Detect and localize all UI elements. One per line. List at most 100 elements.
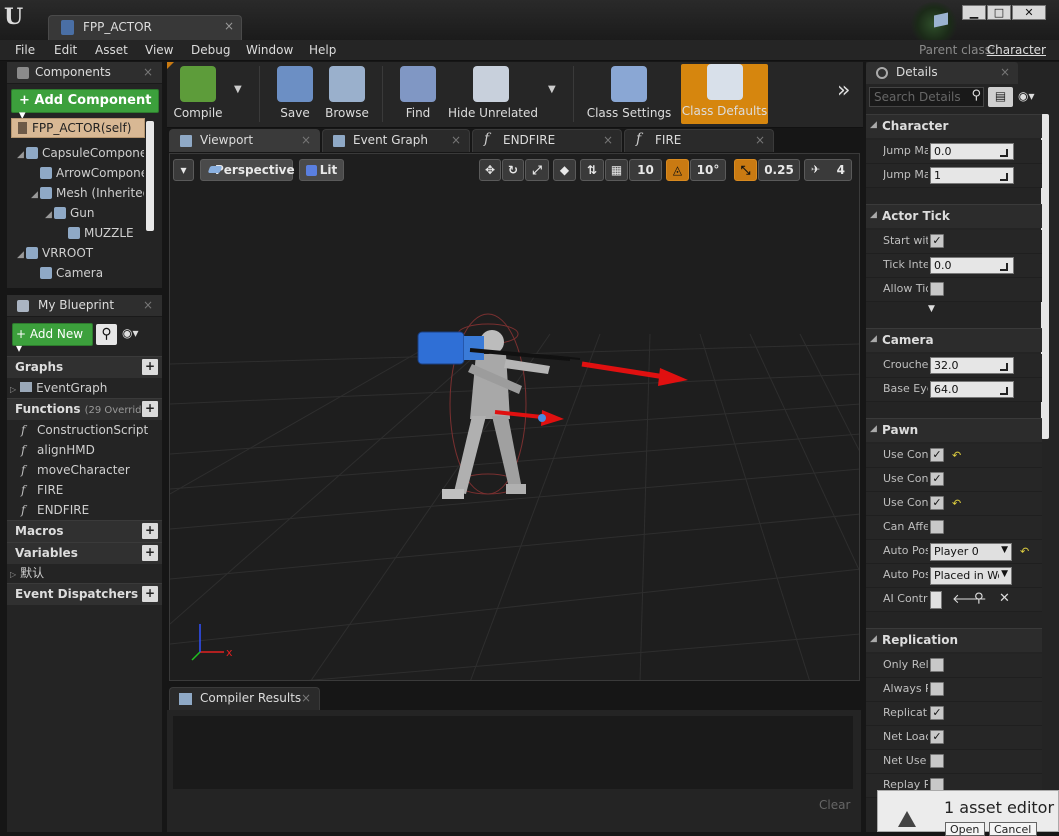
menu-edit[interactable]: Edit bbox=[54, 43, 77, 57]
function-item[interactable]: f ConstructionScript bbox=[7, 420, 162, 440]
details-search-field[interactable]: Search Details ⚲ bbox=[869, 87, 984, 107]
property-number-field[interactable]: 0.0 bbox=[930, 257, 1014, 274]
details-category-character[interactable]: ◢ Character bbox=[866, 114, 1042, 138]
menu-window[interactable]: Window bbox=[246, 43, 293, 57]
search-icon[interactable]: ⚲ bbox=[96, 324, 117, 345]
advanced-expand-icon[interactable]: ▼ bbox=[928, 304, 935, 314]
tab-viewport[interactable]: Viewport × bbox=[169, 129, 320, 152]
function-item[interactable]: f moveCharacter bbox=[7, 460, 162, 480]
rotate-mode-icon[interactable]: ↻ bbox=[502, 159, 524, 181]
property-matrix-icon[interactable]: ▤ bbox=[988, 87, 1013, 107]
details-view-options-icon[interactable]: ◉▾ bbox=[1018, 89, 1035, 103]
property-number-field[interactable]: 32.0 bbox=[930, 357, 1014, 374]
compiler-results-tab[interactable]: Compiler Results × bbox=[169, 687, 320, 710]
property-dropdown[interactable]: Placed in Wo ▼ bbox=[930, 567, 1012, 585]
function-item[interactable]: f ENDFIRE bbox=[7, 500, 162, 520]
my-blueprint-close-icon[interactable]: × bbox=[143, 298, 153, 312]
rotation-snap-value[interactable]: 10° bbox=[690, 159, 726, 181]
component-tree-item[interactable]: ◢ VRROOT bbox=[11, 243, 144, 263]
component-tree-item[interactable]: Camera bbox=[11, 263, 144, 283]
macros-section-add-button[interactable]: + bbox=[142, 523, 158, 539]
menu-asset[interactable]: Asset bbox=[95, 43, 128, 57]
tab-fire[interactable]: f FIRE × bbox=[624, 129, 774, 152]
details-category-camera[interactable]: ◢ Camera bbox=[866, 328, 1042, 352]
toolbar-overflow-icon[interactable]: » bbox=[837, 78, 850, 103]
macros-section[interactable]: Macros + bbox=[7, 520, 162, 542]
property-number-field[interactable]: 0.0 bbox=[930, 143, 1014, 160]
perspective-button[interactable]: Perspective bbox=[200, 159, 295, 181]
graphs-section[interactable]: Graphs + bbox=[7, 356, 162, 378]
clear-x-icon[interactable]: ✕ bbox=[999, 591, 1010, 606]
lit-view-mode-button[interactable]: Lit bbox=[299, 159, 344, 181]
muzzle-arrow[interactable] bbox=[581, 361, 688, 386]
visibility-eye-icon[interactable]: ◉▾ bbox=[122, 326, 139, 340]
component-tree-item[interactable]: ◢ CapsuleCompone bbox=[11, 143, 144, 163]
component-tree-item[interactable]: MUZZLE bbox=[11, 223, 144, 243]
tree-toggle-icon[interactable]: ◢ bbox=[17, 145, 26, 163]
property-checkbox[interactable]: ✓ bbox=[930, 448, 944, 462]
scale-snap-value[interactable]: 0.25 bbox=[758, 159, 800, 181]
category-collapse-icon[interactable]: ◢ bbox=[870, 210, 877, 220]
hide-unrelated-button[interactable]: Hide Unrelated bbox=[448, 66, 538, 124]
property-number-field[interactable]: 64.0 bbox=[930, 381, 1014, 398]
tree-toggle-icon[interactable]: ▷ bbox=[10, 570, 16, 579]
ai-controller-dropdown[interactable] bbox=[930, 591, 942, 609]
property-number-field[interactable]: 1 bbox=[930, 167, 1014, 184]
viewport[interactable]: x bbox=[169, 153, 860, 681]
menu-file[interactable]: File bbox=[15, 43, 35, 57]
category-collapse-icon[interactable]: ◢ bbox=[870, 424, 877, 434]
category-collapse-icon[interactable]: ◢ bbox=[870, 634, 877, 644]
add-component-button[interactable]: + Add Component ▾ bbox=[11, 89, 159, 123]
compiler-results-close-icon[interactable]: × bbox=[301, 691, 311, 705]
close-tab-icon[interactable]: × bbox=[224, 19, 234, 33]
world-local-icon[interactable]: ◆ bbox=[553, 159, 576, 181]
tab-close-icon[interactable]: × bbox=[755, 133, 765, 147]
browse-search-icon[interactable]: ⚲ bbox=[974, 591, 984, 606]
component-tree-item[interactable]: ◢ Mesh (Inherited) bbox=[11, 183, 144, 203]
tree-toggle-icon[interactable]: ◢ bbox=[31, 185, 40, 203]
scale-snap-icon[interactable]: ⤡ bbox=[734, 159, 757, 181]
details-category-replication[interactable]: ◢ Replication bbox=[866, 628, 1042, 652]
event-dispatchers-section-add-button[interactable]: + bbox=[142, 586, 158, 602]
reset-to-default-icon[interactable]: ↶ bbox=[952, 449, 961, 462]
functions-section-add-button[interactable]: + bbox=[142, 401, 158, 417]
clear-button[interactable]: Clear bbox=[819, 798, 850, 812]
translate-mode-icon[interactable]: ✥ bbox=[479, 159, 501, 181]
reset-to-default-icon[interactable]: ↶ bbox=[1020, 545, 1029, 558]
property-checkbox[interactable] bbox=[930, 682, 944, 696]
surface-snap-icon[interactable]: ⇅ bbox=[580, 159, 604, 181]
tree-toggle-icon[interactable]: ◢ bbox=[17, 245, 26, 263]
property-checkbox[interactable]: ✓ bbox=[930, 472, 944, 486]
variable-category[interactable]: ▷ 默认 bbox=[7, 564, 162, 583]
category-collapse-icon[interactable]: ◢ bbox=[870, 120, 877, 130]
details-close-icon[interactable]: × bbox=[1000, 65, 1010, 79]
rotation-snap-icon[interactable]: ◬ bbox=[666, 159, 689, 181]
components-close-icon[interactable]: × bbox=[143, 65, 153, 79]
add-new-button[interactable]: + Add New ▾ bbox=[12, 323, 93, 355]
menu-help[interactable]: Help bbox=[309, 43, 336, 57]
category-collapse-icon[interactable]: ◢ bbox=[870, 334, 877, 344]
property-checkbox[interactable]: ✓ bbox=[930, 496, 944, 510]
property-checkbox[interactable]: ✓ bbox=[930, 730, 944, 744]
graph-item[interactable]: ▷ EventGraph bbox=[7, 378, 162, 398]
variables-section-add-button[interactable]: + bbox=[142, 545, 158, 561]
tab-event-graph[interactable]: Event Graph × bbox=[322, 129, 470, 152]
grid-snap-icon[interactable]: ▦ bbox=[605, 159, 628, 181]
find-button[interactable]: Find bbox=[392, 66, 444, 124]
document-tab[interactable]: FPP_ACTOR × bbox=[48, 15, 242, 40]
class-defaults-button[interactable]: Class Defaults bbox=[681, 64, 768, 124]
tab-endfire[interactable]: f ENDFIRE × bbox=[472, 129, 622, 152]
property-checkbox[interactable]: ✓ bbox=[930, 234, 944, 248]
variables-section[interactable]: Variables + bbox=[7, 542, 162, 564]
property-checkbox[interactable] bbox=[930, 658, 944, 672]
tab-close-icon[interactable]: × bbox=[603, 133, 613, 147]
camera-speed-button[interactable]: ✈ 4 bbox=[804, 159, 852, 181]
component-tree-item[interactable]: ArrowCompone bbox=[11, 163, 144, 183]
property-checkbox[interactable] bbox=[930, 282, 944, 296]
menu-view[interactable]: View bbox=[145, 43, 173, 57]
compile-button[interactable]: Compile bbox=[170, 66, 226, 124]
save-button[interactable]: Save bbox=[272, 66, 318, 124]
tab-close-icon[interactable]: × bbox=[301, 133, 311, 147]
component-tree-item[interactable]: ◢ Gun bbox=[11, 203, 144, 223]
hide-unrelated-dropdown[interactable]: ▼ bbox=[548, 84, 556, 95]
